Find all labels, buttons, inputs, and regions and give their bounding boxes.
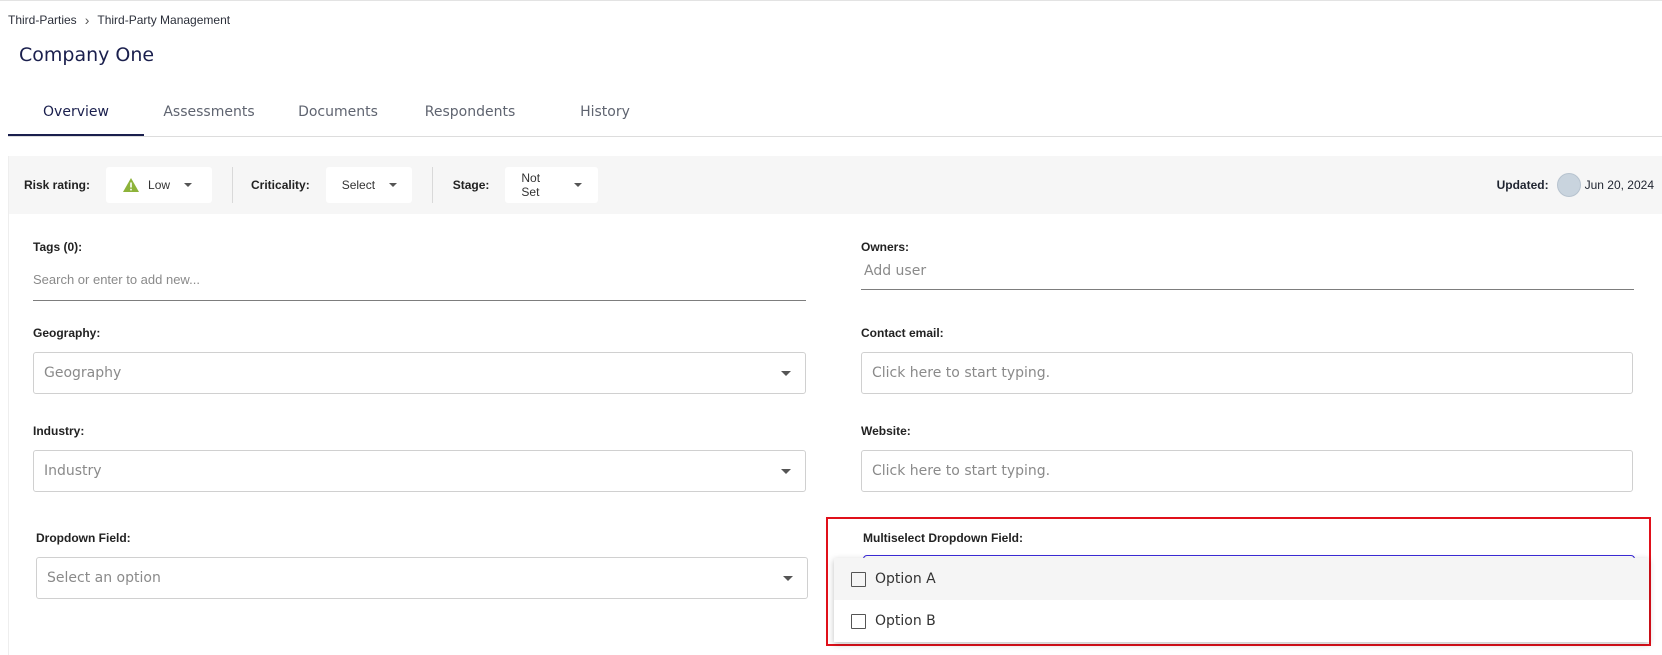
- tab-history[interactable]: History: [538, 94, 672, 136]
- tab-respondents[interactable]: Respondents: [402, 94, 538, 136]
- toolbar-divider: [232, 167, 234, 203]
- industry-label: Industry:: [33, 424, 85, 438]
- multiselect-menu: Option A Option B: [834, 558, 1649, 642]
- tab-overview[interactable]: Overview: [8, 94, 144, 136]
- risk-rating-label: Risk rating:: [24, 178, 91, 192]
- dropdown-field-placeholder: Select an option: [47, 570, 161, 586]
- caret-down-icon: [574, 183, 583, 187]
- criticality-dropdown[interactable]: Select: [325, 167, 412, 203]
- caret-down-icon: [389, 183, 398, 187]
- top-border: [0, 0, 1662, 1]
- criticality-label: Criticality:: [251, 178, 310, 192]
- contact-email-input[interactable]: Click here to start typing.: [861, 352, 1633, 394]
- dropdown-field-select[interactable]: Select an option: [36, 557, 808, 599]
- tabs-divider: [8, 136, 1662, 137]
- updated-label: Updated:: [1496, 178, 1549, 192]
- contact-email-label: Contact email:: [861, 326, 944, 340]
- attributes-toolbar: Risk rating: Low Criticality: Select Sta…: [9, 156, 1662, 214]
- caret-down-icon: [184, 183, 193, 187]
- dropdown-field-label: Dropdown Field:: [36, 531, 131, 545]
- checkbox-icon[interactable]: [851, 613, 866, 629]
- website-label: Website:: [861, 424, 911, 438]
- industry-placeholder: Industry: [44, 463, 102, 479]
- option-a[interactable]: Option A: [834, 558, 1649, 600]
- caret-down-icon: [783, 576, 793, 581]
- stage-value: Not Set: [521, 171, 541, 199]
- tags-label: Tags (0):: [33, 240, 83, 254]
- updated-date: Jun 20, 2024: [1584, 178, 1654, 192]
- geography-placeholder: Geography: [44, 365, 122, 381]
- checkbox-icon[interactable]: [851, 571, 866, 587]
- stage-label: Stage:: [452, 178, 490, 192]
- website-input[interactable]: Click here to start typing.: [861, 450, 1633, 492]
- tab-bar: Overview Assessments Documents Responden…: [8, 94, 672, 136]
- stage-dropdown[interactable]: Not Set: [505, 167, 599, 203]
- option-label: Option B: [875, 613, 936, 629]
- caret-down-icon: [781, 371, 791, 376]
- risk-rating-value: Low: [148, 178, 171, 192]
- breadcrumb-current: Third-Party Management: [97, 13, 231, 27]
- tab-assessments[interactable]: Assessments: [144, 94, 274, 136]
- updated-info: Updated: Jun 20, 2024: [1497, 156, 1654, 214]
- breadcrumb: Third-Parties › Third-Party Management: [8, 12, 230, 28]
- warning-icon: [123, 178, 140, 192]
- tab-documents[interactable]: Documents: [274, 94, 402, 136]
- breadcrumb-parent-link[interactable]: Third-Parties: [8, 13, 77, 27]
- page-title: Company One: [19, 44, 155, 66]
- chevron-right-icon: ›: [84, 12, 90, 28]
- avatar[interactable]: [1556, 173, 1581, 197]
- owners-label: Owners:: [861, 240, 910, 254]
- tags-input[interactable]: Search or enter to add new...: [33, 270, 806, 301]
- caret-down-icon: [781, 469, 791, 474]
- risk-rating-dropdown[interactable]: Low: [106, 167, 213, 203]
- geography-select[interactable]: Geography: [33, 352, 806, 394]
- option-label: Option A: [875, 571, 936, 587]
- toolbar-divider: [431, 167, 433, 203]
- geography-label: Geography:: [33, 326, 101, 340]
- multiselect-label: Multiselect Dropdown Field:: [863, 531, 1024, 545]
- industry-select[interactable]: Industry: [33, 450, 806, 492]
- criticality-value: Select: [341, 178, 376, 192]
- owners-input[interactable]: Add user: [861, 263, 1634, 290]
- option-b[interactable]: Option B: [834, 600, 1649, 642]
